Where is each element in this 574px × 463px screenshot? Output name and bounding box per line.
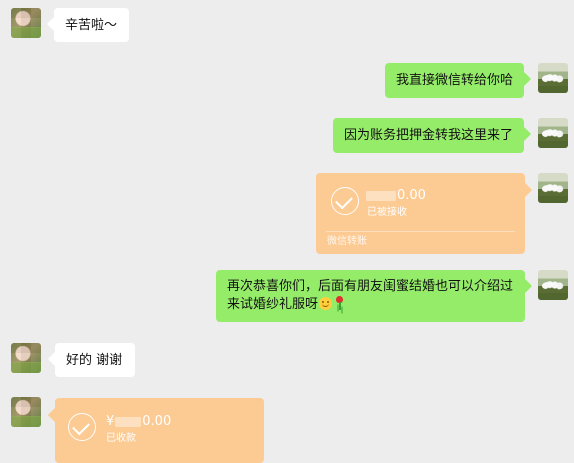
transfer-amount-value: 0.00 (142, 414, 172, 429)
contact-avatar[interactable] (11, 343, 41, 373)
message-text: 因为账务把押金转我这里来了 (344, 128, 514, 143)
message-bubble-outgoing[interactable]: 再次恭喜你们，后面有朋友闺蜜结婚也可以介绍过 来试婚纱礼服呀 (216, 270, 525, 322)
transfer-amount-value: 0.00 (397, 188, 426, 203)
message-bubble-incoming[interactable]: 好的 谢谢 (55, 343, 135, 377)
masked-amount-block (366, 190, 396, 201)
transfer-card-incoming[interactable]: ¥0.00 已收款 (55, 398, 264, 463)
message-row-incoming-2: 好的 谢谢 (0, 343, 574, 377)
message-bubble-outgoing[interactable]: 因为账务把押金转我这里来了 (333, 118, 524, 153)
message-row-outgoing-1: 我直接微信转给你哈 (0, 63, 574, 99)
currency-symbol: ¥ (106, 414, 115, 429)
message-text: 辛苦啦～ (65, 18, 118, 33)
self-avatar[interactable] (538, 270, 568, 300)
masked-amount-block (115, 416, 142, 427)
transfer-card-outgoing[interactable]: 0.00 已被接收 微信转账 (316, 173, 525, 254)
message-bubble-outgoing[interactable]: 我直接微信转给你哈 (385, 63, 524, 98)
contact-avatar[interactable] (11, 8, 41, 38)
self-avatar[interactable] (538, 173, 568, 203)
message-text: 我直接微信转给你哈 (396, 73, 514, 88)
message-text: 好的 谢谢 (66, 353, 123, 368)
transfer-amount: 0.00 (366, 188, 426, 204)
message-text-line-2: 来试婚纱礼服呀 (227, 297, 319, 312)
message-row-transfer-outgoing: 0.00 已被接收 微信转账 (0, 173, 574, 255)
transfer-amount: ¥0.00 (106, 414, 171, 430)
check-circle-icon (331, 187, 359, 215)
message-text-line-1: 再次恭喜你们，后面有朋友闺蜜结婚也可以介绍过 (227, 279, 514, 294)
message-row-transfer-incoming: ¥0.00 已收款 (0, 397, 574, 463)
smile-icon (319, 297, 333, 310)
transfer-status: 已被接收 (367, 207, 407, 218)
message-row-outgoing-3: 再次恭喜你们，后面有朋友闺蜜结婚也可以介绍过 来试婚纱礼服呀 (0, 270, 574, 324)
check-circle-icon (68, 413, 96, 441)
self-avatar[interactable] (538, 118, 568, 148)
transfer-footer-label: 微信转账 (327, 236, 367, 247)
message-row-outgoing-2: 因为账务把押金转我这里来了 (0, 118, 574, 154)
contact-avatar[interactable] (11, 397, 41, 427)
transfer-divider (326, 231, 515, 232)
message-text-line-2-wrap: 来试婚纱礼服呀 (227, 296, 514, 314)
self-avatar[interactable] (538, 63, 568, 93)
message-row-incoming-1: 辛苦啦～ (0, 8, 574, 42)
message-bubble-incoming[interactable]: 辛苦啦～ (54, 8, 129, 42)
rose-icon (334, 296, 344, 311)
transfer-status: 已收款 (106, 433, 136, 444)
